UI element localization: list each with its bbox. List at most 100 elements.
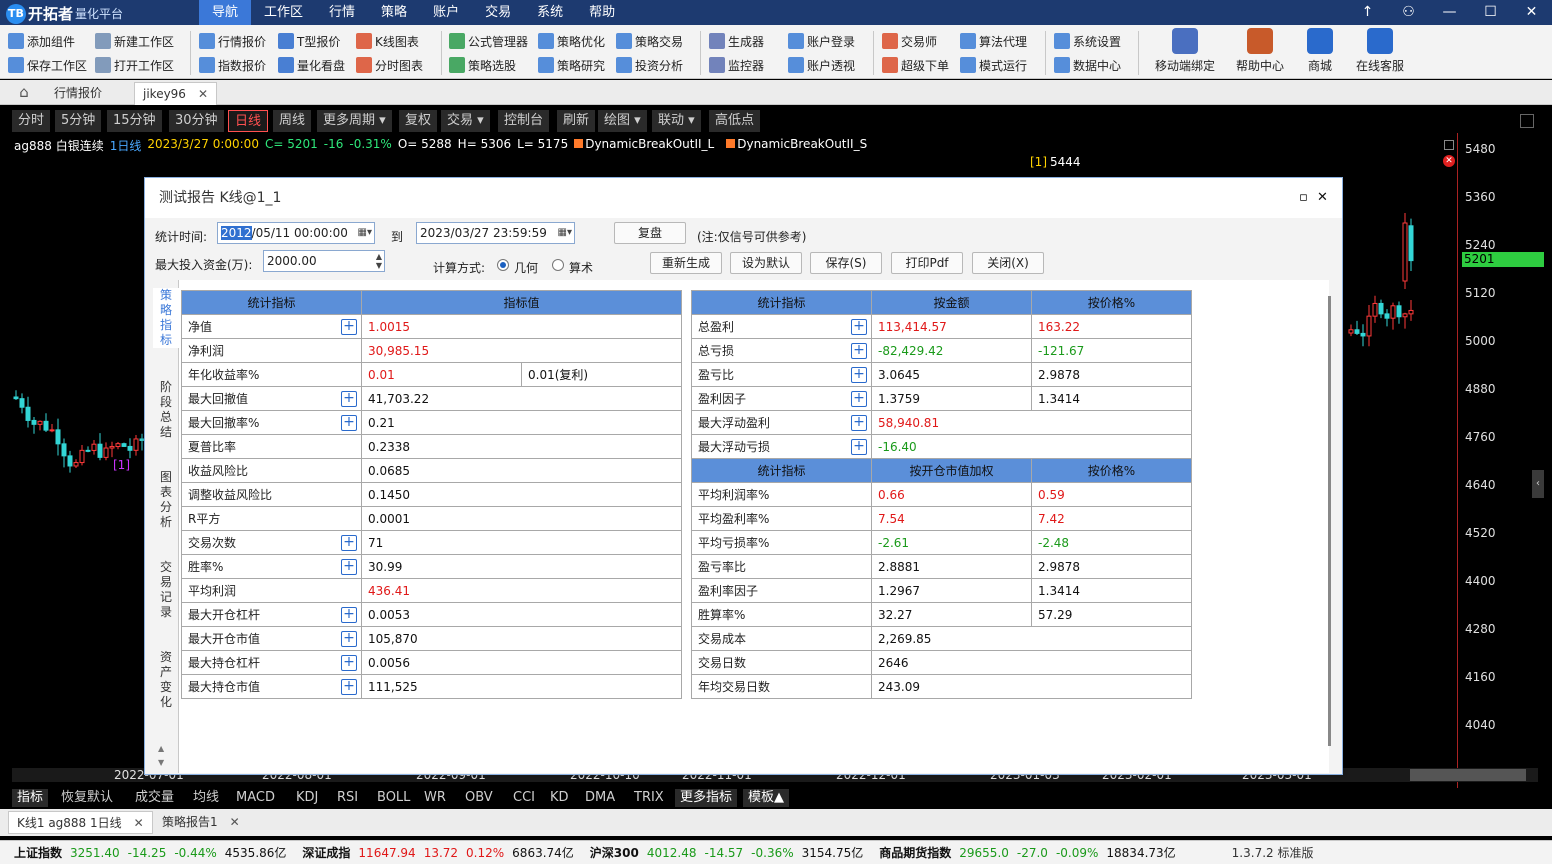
toolbar-button[interactable]: 策略选股 [449,53,528,77]
period-button[interactable]: 更多周期 ▾ [317,110,393,132]
indicator-button[interactable]: BOLL [372,789,415,807]
calc-arithmetic-radio[interactable] [552,259,564,271]
toolbar-button[interactable]: 投资分析 [616,53,683,77]
close-icon[interactable]: ✕ [230,815,240,829]
close-icon[interactable]: ✕ [1317,178,1328,218]
expand-plus-icon[interactable]: + [341,319,357,335]
toolbar-button[interactable]: 生成器 [709,29,764,53]
regenerate-button[interactable]: 重新生成 [650,252,722,274]
menu-item[interactable]: 账户 [420,0,472,25]
toolbar-button[interactable]: 策略研究 [538,53,605,77]
tab-strategy-report[interactable]: 策略报告1 ✕ [154,811,248,834]
period-button[interactable]: 高低点 [709,110,762,132]
expand-plus-icon[interactable]: + [851,343,867,359]
toolbar-button[interactable]: 保存工作区 [8,53,87,77]
toolbar-button[interactable]: 模式运行 [960,53,1027,77]
expand-plus-icon[interactable]: + [341,679,357,695]
scroll-up-icon[interactable]: ▲ [158,744,164,753]
chart-checkbox[interactable] [1444,140,1454,150]
period-button[interactable]: 5分钟 [55,110,103,132]
indicator-button[interactable]: KDJ [291,789,323,807]
tab-kline1[interactable]: K线1 ag888 1日线 ✕ [8,811,153,834]
report-side-tab[interactable]: 交 易 记 录 [153,560,179,620]
toolbar-button[interactable]: 公式管理器 [449,29,528,53]
period-button[interactable]: 联动 ▾ [652,110,702,132]
collapse-icon[interactable]: ↑ [1347,0,1388,25]
maximize-icon[interactable]: ☐ [1470,0,1511,25]
toolbar-button[interactable]: 监控器 [709,53,764,77]
online-service-button[interactable]: 在线客服 [1345,28,1415,74]
expand-plus-icon[interactable]: + [341,655,357,671]
toolbar-button[interactable]: 策略交易 [616,29,683,53]
toolbar-button[interactable]: 超级下单 [882,53,949,77]
period-button[interactable]: 日线 [228,110,269,132]
toolbar-button[interactable]: 账户登录 [788,29,855,53]
report-side-tab[interactable]: 图 表 分 析 [153,470,179,530]
menu-item[interactable]: 系统 [524,0,576,25]
expand-plus-icon[interactable]: + [851,391,867,407]
index-name[interactable]: 商品期货指数 [879,844,951,861]
toolbar-button[interactable]: K线图表 [356,29,423,53]
capital-input[interactable]: 2000.00 ▲ ▼ [263,250,385,272]
close-icon[interactable]: ✕ [1511,0,1552,25]
index-name[interactable]: 深证成指 [302,844,350,861]
menu-item[interactable]: 策略 [368,0,420,25]
indicator-button[interactable]: TRIX [629,789,669,807]
expand-plus-icon[interactable]: + [341,535,357,551]
calendar-dropdown-icon[interactable]: ▦▾ [358,223,372,243]
close-icon[interactable]: ✕ [134,816,144,830]
period-button[interactable]: 绘图 ▾ [598,110,648,132]
indicator-button[interactable]: 更多指标 [675,789,738,807]
expand-plus-icon[interactable]: + [851,415,867,431]
minimize-icon[interactable]: — [1429,0,1470,25]
indicator-button[interactable]: KD [545,789,574,807]
indicator-button[interactable]: 成交量 [130,789,179,807]
menu-item[interactable]: 帮助 [576,0,628,25]
spinner-icon[interactable]: ▲ ▼ [376,252,382,270]
toolbar-button[interactable]: 数据中心 [1054,53,1121,77]
toolbar-button[interactable]: 算法代理 [960,29,1027,53]
expand-plus-icon[interactable]: + [851,319,867,335]
period-button[interactable]: 分时 [12,110,52,132]
close-icon[interactable]: ✕ [198,87,208,101]
user-icon[interactable]: ⚇ [1388,0,1429,25]
period-button[interactable]: 周线 [273,110,313,132]
report-scrollbar[interactable] [1328,296,1331,746]
report-side-tab[interactable]: 阶 段 总 结 [153,380,179,440]
menu-item[interactable]: 行情 [316,0,368,25]
indicator-button[interactable]: WR [419,789,451,807]
calendar-dropdown-icon[interactable]: ▦▾ [558,223,572,243]
toolbar-button[interactable]: 量化看盘 [278,53,345,77]
expand-plus-icon[interactable]: + [341,391,357,407]
close-button[interactable]: 关闭(X) [972,252,1044,274]
toolbar-button[interactable]: 系统设置 [1054,29,1121,53]
period-button[interactable]: 15分钟 [107,110,163,132]
toolbar-button[interactable]: 指数报价 [199,53,266,77]
end-time-field[interactable]: 2023/03/27 23:59:59 ▦▾ [416,222,575,244]
indicator-button[interactable]: OBV [460,789,498,807]
menu-item[interactable]: 交易 [472,0,524,25]
period-button[interactable]: 控制台 [498,110,551,132]
expand-plus-icon[interactable]: + [851,367,867,383]
indicator-button[interactable]: DMA [580,789,620,807]
indicator-button[interactable]: 均线 [188,789,224,807]
indicator-button[interactable]: MACD [231,789,280,807]
menu-item[interactable]: 工作区 [251,0,316,25]
menu-item[interactable]: 导航 [199,0,252,25]
report-side-tab[interactable]: 策 略 指 标 [153,288,179,348]
chart-maximize-icon[interactable] [1520,114,1534,128]
save-button[interactable]: 保存(S) [810,252,882,274]
expand-plus-icon[interactable]: + [341,559,357,575]
period-button[interactable]: 30分钟 [169,110,225,132]
toolbar-button[interactable]: 行情报价 [199,29,266,53]
index-name[interactable]: 沪深300 [590,844,639,861]
home-icon[interactable]: ⌂ [14,83,34,101]
expand-plus-icon[interactable]: + [341,607,357,623]
period-button[interactable]: 复权 [399,110,439,132]
tab-quotes[interactable]: 行情报价 [46,82,110,105]
indicator-button[interactable]: RSI [332,789,363,807]
set-default-button[interactable]: 设为默认 [730,252,802,274]
toolbar-button[interactable]: 添加组件 [8,29,87,53]
alert-icon[interactable]: ✕ [1443,155,1455,167]
indicator-button[interactable]: 模板▲ [743,789,789,807]
